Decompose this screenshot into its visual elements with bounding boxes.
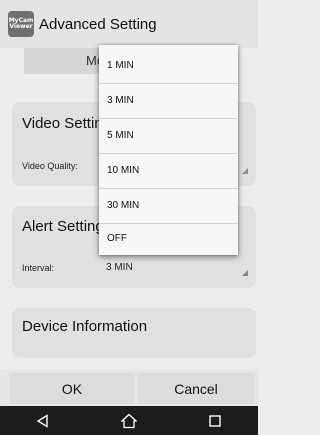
menu-item-off[interactable]: OFF — [99, 221, 238, 256]
home-icon — [121, 413, 137, 428]
page-title: Advanced Setting — [39, 15, 157, 33]
recents-icon — [209, 414, 221, 427]
device-information-title: Device Information — [22, 318, 148, 335]
menu-item-3-min[interactable]: 3 MIN — [99, 83, 238, 118]
interval-dropdown-icon[interactable] — [242, 270, 248, 276]
app-icon: MyCam Viewer — [8, 11, 34, 37]
app-icon-text-line2: Viewer — [9, 23, 33, 30]
back-button[interactable] — [23, 406, 63, 435]
ok-button[interactable]: OK — [10, 373, 134, 404]
menu-item-10-min[interactable]: 10 MIN — [99, 153, 238, 188]
device-information-card[interactable]: Device Information — [12, 308, 256, 358]
interval-select[interactable]: 3 MIN — [106, 262, 133, 273]
recents-button[interactable] — [195, 406, 235, 435]
home-button[interactable] — [109, 406, 149, 435]
video-quality-label: Video Quality: — [22, 161, 78, 171]
button-bar: OK Cancel — [0, 370, 258, 406]
menu-item-30-min[interactable]: 30 MIN — [99, 188, 238, 223]
video-settings-title: Video Setting — [22, 115, 111, 132]
navigation-bar — [0, 406, 258, 435]
interval-label: Interval: — [22, 263, 55, 273]
interval-options-menu: 1 MIN 3 MIN 5 MIN 10 MIN 30 MIN OFF — [99, 45, 238, 255]
title-bar: MyCam Viewer Advanced Setting — [0, 0, 258, 48]
video-quality-dropdown-icon[interactable] — [242, 168, 248, 174]
back-icon — [36, 413, 48, 428]
alert-settings-title: Alert Setting — [22, 218, 104, 235]
menu-item-5-min[interactable]: 5 MIN — [99, 118, 238, 153]
cancel-button[interactable]: Cancel — [138, 373, 254, 404]
menu-item-1-min[interactable]: 1 MIN — [99, 48, 238, 83]
